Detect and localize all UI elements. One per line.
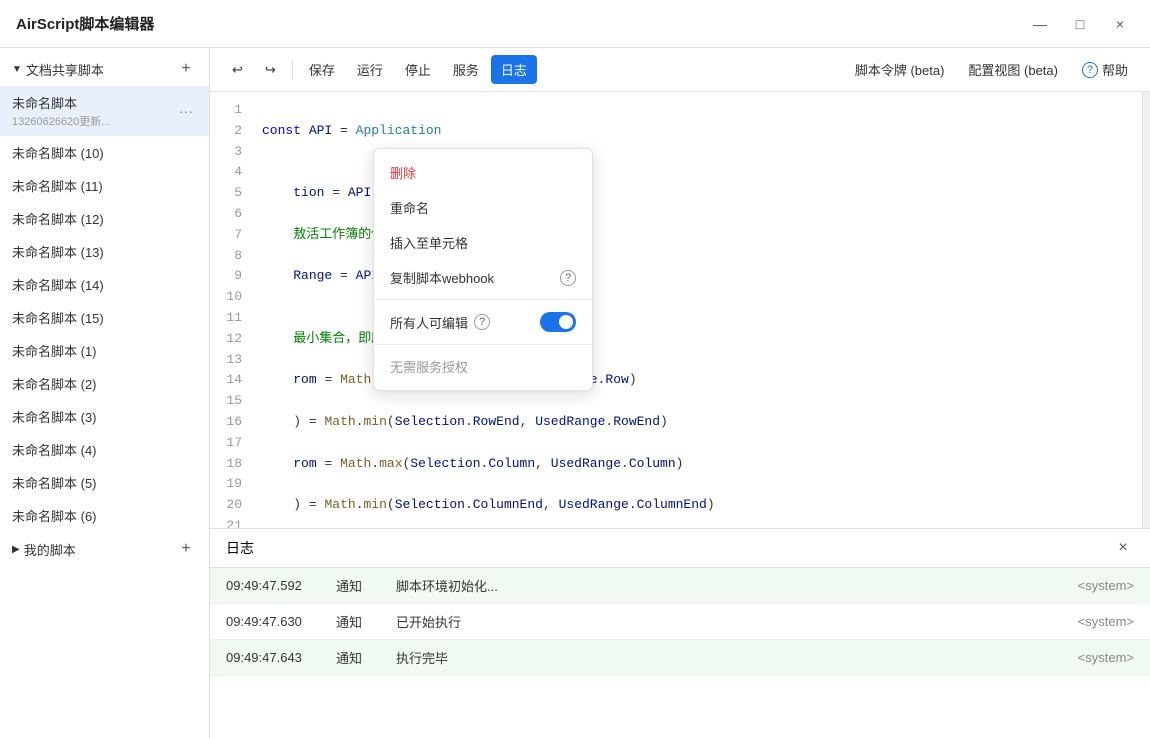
menu-copy-webhook[interactable]: 复制脚本webhook ? bbox=[374, 260, 592, 295]
log-level-2: 通知 bbox=[336, 648, 396, 667]
menu-separator bbox=[374, 299, 592, 300]
log-level-0: 通知 bbox=[336, 576, 396, 595]
context-menu: 删除 重命名 插入至单元格 复制脚本webhook ? 所有人可编辑 ? bbox=[373, 148, 593, 391]
editor-container: 1 2 3 4 5 6 7 8 9 10 11 12 13 14 bbox=[210, 92, 1150, 738]
menu-insert-to-cell[interactable]: 插入至单元格 bbox=[374, 225, 592, 260]
undo-button[interactable]: ↩ bbox=[222, 57, 253, 83]
sidebar-item-script-5[interactable]: 未命名脚本 (5) bbox=[0, 466, 209, 499]
log-table: 09:49:47.592 通知 脚本环境初始化... <system> 09:4… bbox=[210, 568, 1150, 738]
chevron-right-icon: ▶ bbox=[12, 544, 20, 555]
log-button[interactable]: 日志 bbox=[491, 55, 537, 84]
shared-scripts-section[interactable]: ▼ 文档共享脚本 + bbox=[0, 48, 209, 86]
code-editor[interactable]: 1 2 3 4 5 6 7 8 9 10 11 12 13 14 bbox=[210, 92, 1150, 528]
sidebar-item-script-2[interactable]: 未命名脚本 (2) bbox=[0, 367, 209, 400]
sidebar-item-script-3[interactable]: 未命名脚本 (3) bbox=[0, 400, 209, 433]
sidebar-item-script-4[interactable]: 未命名脚本 (4) bbox=[0, 433, 209, 466]
chevron-down-icon: ▼ bbox=[12, 64, 22, 75]
run-button[interactable]: 运行 bbox=[347, 55, 393, 84]
toolbar: ↩ ↪ 保存 运行 停止 服务 日志 脚本令牌 (beta) 配置视图 (bet… bbox=[210, 48, 1150, 92]
shared-section-label: 文档共享脚本 bbox=[26, 60, 175, 79]
log-level-1: 通知 bbox=[336, 612, 396, 631]
active-script-more-button[interactable]: ··· bbox=[175, 100, 197, 122]
menu-everyone-editable[interactable]: 所有人可编辑 ? bbox=[374, 304, 592, 340]
editor-scrollbar[interactable] bbox=[1142, 92, 1150, 528]
line-numbers: 1 2 3 4 5 6 7 8 9 10 11 12 13 14 bbox=[210, 92, 250, 528]
sidebar-item-script-15[interactable]: 未命名脚本 (15) bbox=[0, 301, 209, 334]
sidebar-item-active-script[interactable]: 未命名脚本 13260626620更新... ··· bbox=[0, 86, 209, 136]
maximize-button[interactable]: □ bbox=[1066, 10, 1094, 38]
log-message-1: 已开始执行 bbox=[396, 612, 1078, 631]
active-script-subtitle: 13260626620更新... bbox=[12, 113, 175, 129]
config-view-button[interactable]: 配置视图 (beta) bbox=[958, 55, 1068, 84]
sidebar-item-script-10[interactable]: 未命名脚本 (10) bbox=[0, 136, 209, 169]
redo-button[interactable]: ↪ bbox=[255, 57, 286, 83]
add-shared-script-button[interactable]: + bbox=[175, 58, 197, 80]
sidebar-item-script-1[interactable]: 未命名脚本 (1) bbox=[0, 334, 209, 367]
sidebar-item-script-6[interactable]: 未命名脚本 (6) bbox=[0, 499, 209, 532]
code-area: 1 2 3 4 5 6 7 8 9 10 11 12 13 14 bbox=[210, 92, 1150, 528]
titlebar: AirScript脚本编辑器 — □ × bbox=[0, 0, 1150, 48]
log-title: 日志 bbox=[226, 538, 254, 558]
sidebar-item-script-13[interactable]: 未命名脚本 (13) bbox=[0, 235, 209, 268]
service-button[interactable]: 服务 bbox=[443, 55, 489, 84]
my-scripts-section[interactable]: ▶ 我的脚本 + bbox=[0, 532, 209, 566]
log-row-2: 09:49:47.643 通知 执行完毕 <system> bbox=[210, 640, 1150, 676]
menu-delete[interactable]: 删除 bbox=[374, 155, 592, 190]
minimize-button[interactable]: — bbox=[1026, 10, 1054, 38]
log-source-1: <system> bbox=[1078, 614, 1134, 629]
log-row-0: 09:49:47.592 通知 脚本环境初始化... <system> bbox=[210, 568, 1150, 604]
log-panel: 日志 × 09:49:47.592 通知 脚本环境初始化... <system>… bbox=[210, 528, 1150, 738]
webhook-help-icon[interactable]: ? bbox=[560, 270, 576, 286]
sidebar-item-script-14[interactable]: 未命名脚本 (14) bbox=[0, 268, 209, 301]
help-circle-icon: ? bbox=[1082, 62, 1098, 78]
menu-no-service-auth: 无需服务授权 bbox=[374, 349, 592, 384]
log-message-2: 执行完毕 bbox=[396, 648, 1078, 667]
log-source-0: <system> bbox=[1078, 578, 1134, 593]
redo-icon: ↪ bbox=[265, 62, 276, 78]
close-button[interactable]: × bbox=[1106, 10, 1134, 38]
help-button[interactable]: ? 帮助 bbox=[1072, 55, 1138, 84]
toolbar-separator-1 bbox=[292, 60, 293, 80]
undo-icon: ↩ bbox=[232, 62, 243, 78]
app-title: AirScript脚本编辑器 bbox=[16, 13, 154, 34]
active-script-name: 未命名脚本 bbox=[12, 93, 175, 112]
log-close-button[interactable]: × bbox=[1112, 537, 1134, 559]
stop-button[interactable]: 停止 bbox=[395, 55, 441, 84]
log-source-2: <system> bbox=[1078, 650, 1134, 665]
my-scripts-label: 我的脚本 bbox=[24, 540, 175, 559]
log-time-0: 09:49:47.592 bbox=[226, 578, 336, 593]
window-controls: — □ × bbox=[1026, 10, 1134, 38]
sidebar: ▼ 文档共享脚本 + 未命名脚本 13260626620更新... ··· 未命… bbox=[0, 48, 210, 738]
menu-rename[interactable]: 重命名 bbox=[374, 190, 592, 225]
toolbar-right: 脚本令牌 (beta) 配置视图 (beta) ? 帮助 bbox=[845, 55, 1138, 84]
save-button[interactable]: 保存 bbox=[299, 55, 345, 84]
script-badge-button[interactable]: 脚本令牌 (beta) bbox=[845, 55, 955, 84]
log-time-1: 09:49:47.630 bbox=[226, 614, 336, 629]
editable-help-icon[interactable]: ? bbox=[474, 314, 490, 330]
sidebar-item-script-12[interactable]: 未命名脚本 (12) bbox=[0, 202, 209, 235]
log-message-0: 脚本环境初始化... bbox=[396, 576, 1078, 595]
log-header: 日志 × bbox=[210, 529, 1150, 568]
sidebar-item-script-11[interactable]: 未命名脚本 (11) bbox=[0, 169, 209, 202]
everyone-editable-toggle[interactable] bbox=[540, 312, 576, 332]
log-time-2: 09:49:47.643 bbox=[226, 650, 336, 665]
menu-separator-2 bbox=[374, 344, 592, 345]
add-my-script-button[interactable]: + bbox=[175, 538, 197, 560]
log-row-1: 09:49:47.630 通知 已开始执行 <system> bbox=[210, 604, 1150, 640]
main-layout: ▼ 文档共享脚本 + 未命名脚本 13260626620更新... ··· 未命… bbox=[0, 48, 1150, 738]
